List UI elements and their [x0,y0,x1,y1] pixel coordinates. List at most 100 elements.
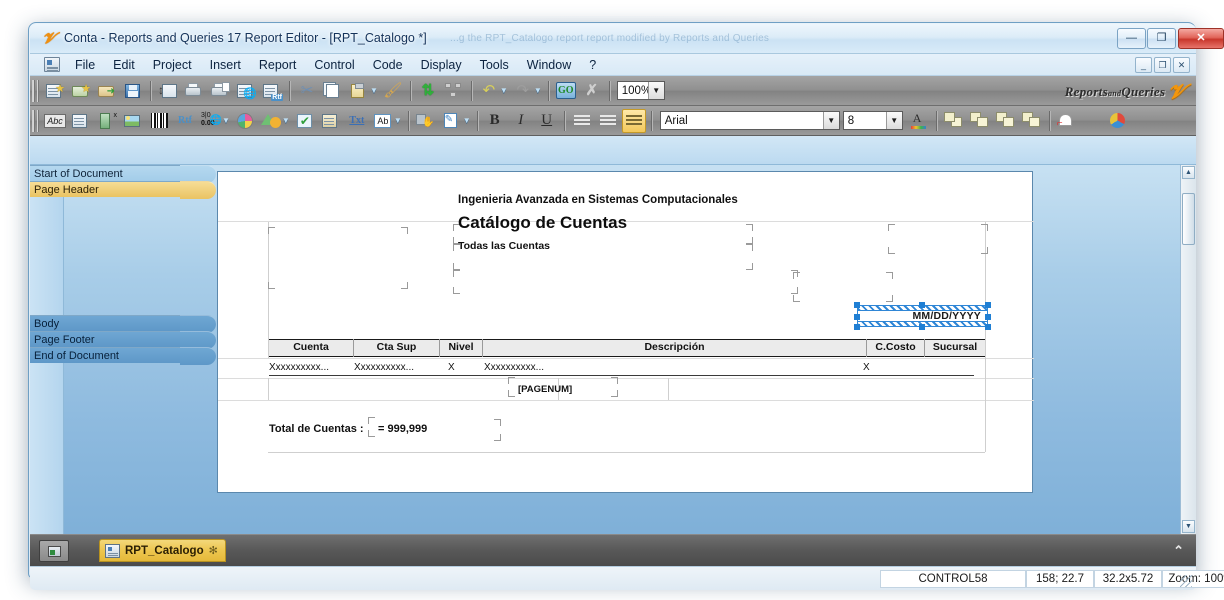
column-header-descripcion[interactable]: Descripción [483,339,867,357]
redo-icon[interactable]: ↷ [511,79,535,103]
undo-icon[interactable]: ↶ [477,79,501,103]
column-header-ccosto[interactable]: C.Costo [867,339,925,357]
menu-item-code[interactable]: Code [364,56,412,74]
redo-dropdown-icon[interactable]: ▼ [534,86,542,95]
resize-handle-sw[interactable] [854,324,860,330]
print-icon[interactable] [182,79,206,103]
barcode-icon[interactable] [147,109,171,133]
total-value-field[interactable]: = 999,999 [378,423,427,435]
align-top-icon[interactable] [570,109,594,133]
save-icon[interactable] [121,79,145,103]
variable-icon[interactable]: Ab [371,109,395,133]
report-title-label[interactable]: Catálogo de Cuentas [458,213,627,233]
bold-icon[interactable]: B [483,109,507,133]
page-size-icon[interactable]: ↕ [156,79,180,103]
subreport-icon[interactable] [319,109,343,133]
page-number-field[interactable]: [PAGENUM] [518,384,572,395]
resize-handle-s[interactable] [919,324,925,330]
toolbar-grip[interactable] [32,109,39,132]
memo-icon[interactable] [69,109,93,133]
report-company-label[interactable]: Ingenieria Avanzada en Sistemas Computac… [458,194,738,206]
export-html-icon[interactable]: 🌐 [234,79,258,103]
resize-handle-ne[interactable] [985,302,991,308]
cut-icon[interactable]: ✂ [295,79,319,103]
menu-item-edit[interactable]: Edit [104,56,144,74]
underline-icon[interactable]: U [535,109,559,133]
align-icon[interactable] [442,79,466,103]
paste-icon[interactable] [347,79,371,103]
column-header-nivel[interactable]: Nivel [440,339,483,357]
vertical-scrollbar[interactable]: ▲ ▼ [1180,165,1196,534]
column-header-cuenta[interactable]: Cuenta [269,339,354,357]
scroll-up-arrow[interactable]: ▲ [1182,166,1195,179]
minimize-button[interactable]: — [1117,28,1146,49]
close-button[interactable]: ✕ [1178,28,1224,49]
report-data-row[interactable]: Xxxxxxxxxx... Xxxxxxxxxx... X Xxxxxxxxxx… [269,362,985,376]
scroll-down-arrow[interactable]: ▼ [1182,520,1195,533]
resize-handle-n[interactable] [919,302,925,308]
print-preview-icon[interactable] [208,79,232,103]
band-body[interactable]: Body [30,315,216,333]
mdi-close-button[interactable]: ✕ [1173,57,1190,73]
wizard-dropdown-icon[interactable]: ▼ [463,116,471,125]
resize-handle-e[interactable] [985,314,991,320]
menu-item-tools[interactable]: Tools [471,56,518,74]
menu-item-report[interactable]: Report [250,56,306,74]
label-abc-icon[interactable]: Abc [43,109,67,133]
menu-item-control[interactable]: Control [305,56,363,74]
paste-dropdown-icon[interactable]: ▼ [370,86,378,95]
db-field-icon[interactable]: x [95,109,119,133]
pie-chart-icon[interactable] [233,109,257,133]
total-label[interactable]: Total de Cuentas : [269,423,364,435]
italic-icon[interactable]: I [509,109,533,133]
open-project-icon[interactable]: ➜ [95,79,119,103]
resize-handle-nw[interactable] [854,302,860,308]
menu-item-file[interactable]: File [66,56,104,74]
data-field-nivel[interactable]: X [448,362,455,373]
band-page-header[interactable]: Page Header [30,181,216,199]
shape-icon[interactable] [259,109,283,133]
data-field-ccosto[interactable]: X [863,362,870,373]
align-bottom-icon[interactable] [621,108,646,133]
chevron-down-icon[interactable]: ▼ [647,82,664,99]
shape-dropdown-icon[interactable]: ▼ [282,116,290,125]
align-middle-icon[interactable] [596,109,620,133]
measure-icon[interactable]: ⌐ [1055,109,1079,133]
textfile-icon[interactable]: Txt [345,109,369,133]
data-field-descripcion[interactable]: Xxxxxxxxxx... [484,362,544,373]
image-icon[interactable] [121,109,145,133]
chevron-down-icon[interactable]: ▼ [885,112,902,129]
band-end-of-document[interactable]: End of Document [30,347,216,365]
mdi-restore-button[interactable]: ❐ [1154,57,1171,73]
menu-item-insert[interactable]: Insert [201,56,250,74]
menu-item-window[interactable]: Window [518,56,580,74]
calculation-icon[interactable]: 3|0 0.00 🌐 [199,109,223,133]
new-report-icon[interactable]: ★ [43,79,67,103]
column-header-sucursal[interactable]: Sucursal [925,339,985,357]
data-field-cuenta[interactable]: Xxxxxxxxxx... [269,362,329,373]
window-list-icon[interactable] [39,540,69,562]
palette-icon[interactable] [1106,109,1130,133]
calculation-dropdown-icon[interactable]: ▼ [222,116,230,125]
band-page-footer[interactable]: Page Footer [30,331,216,349]
rtf-icon[interactable]: Rtf [173,109,197,133]
format-painter-icon[interactable]: 🖌 [381,79,405,103]
report-page-canvas[interactable]: Ingenieria Avanzada en Sistemas Computac… [217,171,1034,493]
order-updown-icon[interactable]: ⇅ [416,79,440,103]
chevron-down-icon[interactable]: ▼ [822,112,839,129]
tab-rpt-catalogo[interactable]: RPT_Catalogo ✻ [99,539,226,562]
resize-handle-se[interactable] [985,324,991,330]
undo-dropdown-icon[interactable]: ▼ [500,86,508,95]
font-color-icon[interactable]: A [907,109,931,133]
variable-dropdown-icon[interactable]: ▼ [394,116,402,125]
toolbar-grip[interactable] [32,79,39,102]
close-icon[interactable]: ✻ [209,544,218,557]
band-start-of-document[interactable]: Start of Document [30,165,216,183]
resize-handle-w[interactable] [854,314,860,320]
mdi-minimize-button[interactable]: _ [1135,57,1152,73]
zoom-combo[interactable]: 100% ▼ [616,81,665,100]
date-field[interactable]: MM/DD/YYYY [854,302,991,330]
font-name-combo[interactable]: Arial ▼ [659,111,840,130]
stop-icon[interactable]: ✗ [580,79,604,103]
report-column-header-row[interactable]: Cuenta Cta Sup Nivel Descripción C.Costo… [269,339,985,357]
